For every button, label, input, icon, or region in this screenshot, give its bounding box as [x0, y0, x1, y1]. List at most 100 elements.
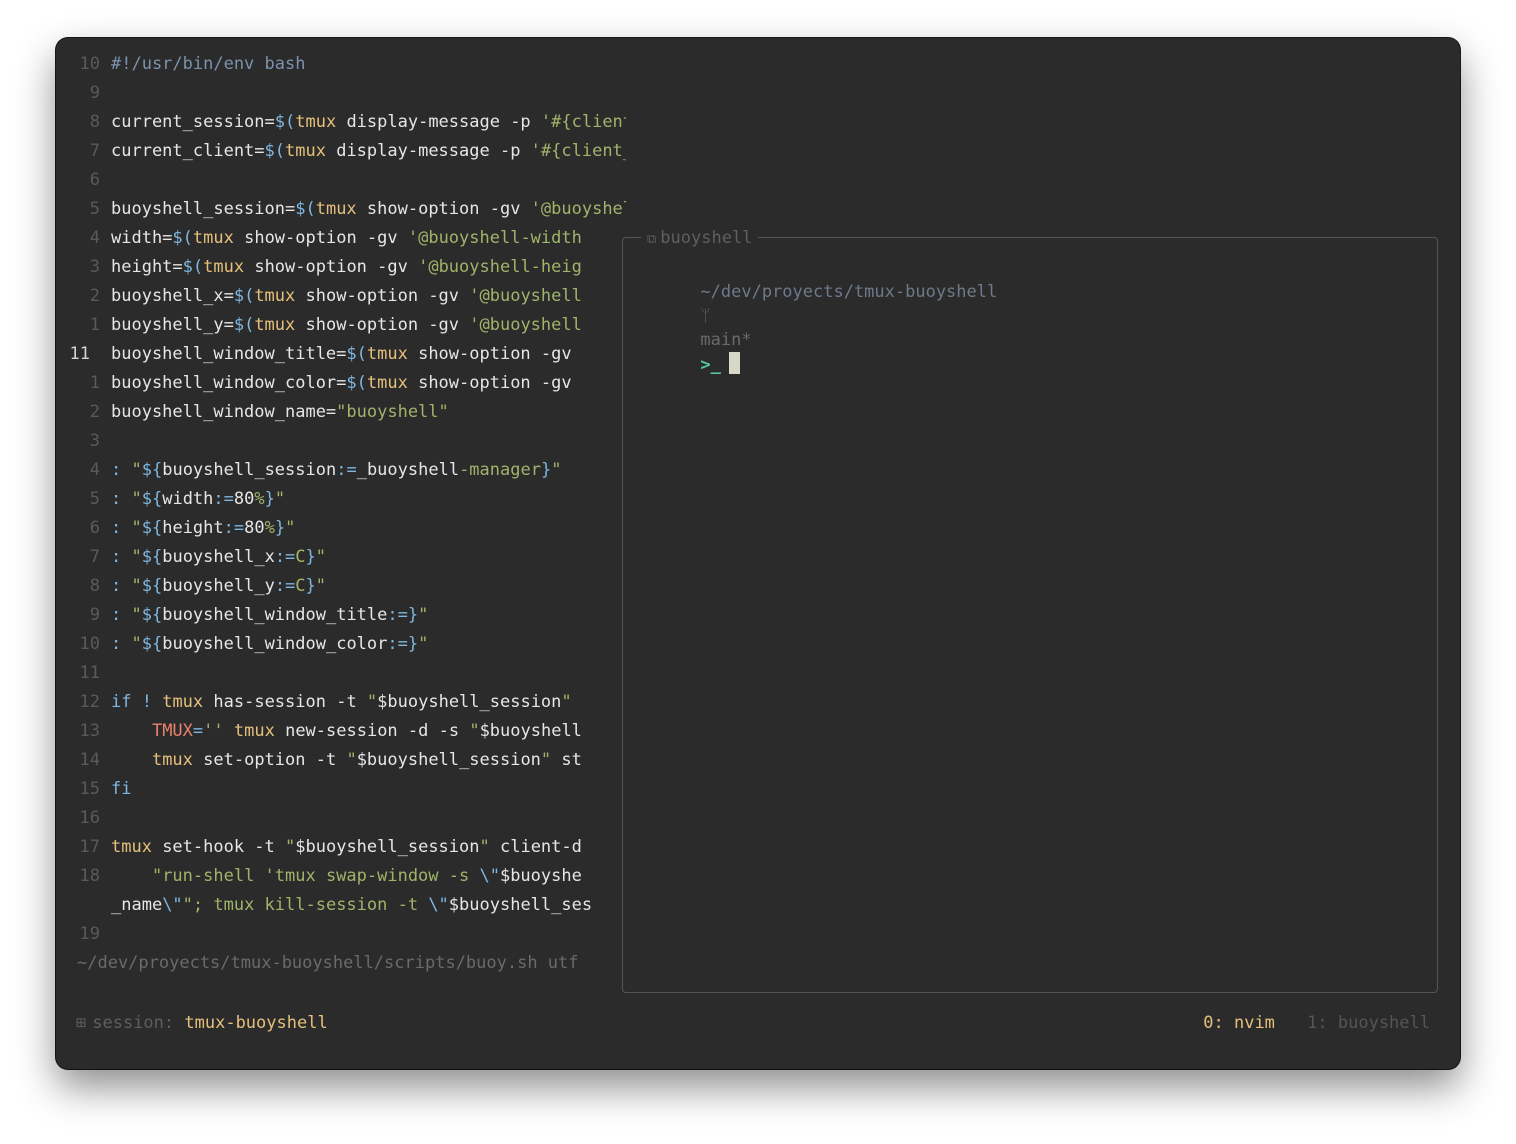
code-line[interactable]: 8 current_session=$(tmux display-message …: [56, 108, 626, 137]
code-token: }: [407, 634, 419, 654]
code-token: \": [162, 895, 183, 915]
code-token: !: [131, 692, 163, 712]
code-line[interactable]: 6: [56, 166, 626, 195]
code-token: buoyshell_x: [162, 547, 275, 567]
code-token: :: [111, 489, 132, 509]
code-line[interactable]: 13 TMUX='' tmux new-session -d -s "$buoy…: [56, 717, 626, 746]
code-line[interactable]: 11: [56, 659, 626, 688]
prompt-path: ~/dev/proyects/tmux-buoyshell: [700, 282, 998, 302]
code-token: tmux: [151, 750, 193, 770]
code-line[interactable]: 9: "${buoyshell_window_title:=}": [56, 601, 626, 630]
code-text: current_session=$(tmux display-message -…: [111, 108, 626, 137]
line-number: 7: [89, 547, 100, 567]
code-token: $buoyshell_ses: [448, 895, 593, 915]
code-token: '#{client_name}': [530, 141, 626, 161]
code-token: tmux: [162, 692, 204, 712]
code-token: ": [285, 518, 296, 538]
editor-pane[interactable]: 10 #!/usr/bin/env bash 9 8 current_session=$…: [56, 50, 626, 990]
shell-prompt[interactable]: ~/dev/proyects/tmux-buoyshell ᛘ main* >_: [639, 256, 997, 401]
code-text: "run-shell 'tmux swap-window -s \"$buoys…: [111, 862, 582, 891]
window-list: 0: nvim 1: buoyshell: [1203, 1010, 1430, 1036]
code-line[interactable]: 16: [56, 804, 626, 833]
code-line[interactable]: 17 tmux set-hook -t "$buoyshell_session" …: [56, 833, 626, 862]
code-token: display-message -p: [325, 141, 531, 161]
code-token: }: [305, 576, 316, 596]
code-token: fi: [111, 779, 132, 799]
code-text: : "${buoyshell_window_color:=}": [111, 630, 428, 659]
code-line[interactable]: 4 width=$(tmux show-option -gv '@buoyshel…: [56, 224, 626, 253]
code-token: \": [428, 895, 449, 915]
code-token: buoyshell_window_title=: [111, 344, 347, 364]
prompt-symbol: >_: [700, 355, 721, 375]
code-line[interactable]: 12 if ! tmux has-session -t "$buoyshell_s…: [56, 688, 626, 717]
code-line[interactable]: 10 #!/usr/bin/env bash: [56, 50, 626, 79]
line-number: 10: [79, 54, 100, 74]
code-token: show-option -gv: [233, 228, 408, 248]
code-text: : "${width:=80%}": [111, 485, 285, 514]
prompt-branch: main*: [700, 330, 752, 350]
code-line[interactable]: 1 buoyshell_y=$(tmux show-option -gv '@bu…: [56, 311, 626, 340]
code-token: :=: [387, 605, 408, 625]
line-number: 2: [89, 286, 100, 306]
line-number: 15: [79, 779, 100, 799]
code-line[interactable]: 9: [56, 79, 626, 108]
code-text: : "${buoyshell_x:=C}": [111, 543, 326, 572]
code-line[interactable]: 18 "run-shell 'tmux swap-window -s \"$bu…: [56, 862, 626, 891]
code-token: show-option -gv: [407, 373, 572, 393]
code-line[interactable]: 5 : "${width:=80%}": [56, 485, 626, 514]
code-token: :: [111, 518, 132, 538]
code-token: $(: [264, 141, 286, 161]
code-token: -manager: [459, 460, 541, 480]
code-line[interactable]: 6: "${height:=80%}": [56, 514, 626, 543]
line-number: 5: [89, 489, 100, 509]
code-line[interactable]: 5 buoyshell_session=$(tmux show-option -g…: [56, 195, 626, 224]
code-line[interactable]: 11 buoyshell_window_title=$(tmux show-opt…: [56, 340, 626, 369]
code-line[interactable]: 3: [56, 427, 626, 456]
code-line[interactable]: 8: "${buoyshell_y:=C}": [56, 572, 626, 601]
code-line[interactable]: _name\""; tmux kill-session -t \"$buoysh…: [56, 891, 626, 920]
popup-title: ⧉ buoyshell: [641, 227, 759, 251]
code-line[interactable]: 10: "${buoyshell_window_color:=}": [56, 630, 626, 659]
code-token: #!/usr/bin/env bash: [111, 54, 306, 74]
code-line[interactable]: 1 buoyshell_window_color=$(tmux show-opti…: [56, 369, 626, 398]
code-text: buoyshell_y=$(tmux show-option -gv '@buo…: [111, 311, 582, 340]
code-token: ${: [141, 605, 163, 625]
line-number: 8: [89, 112, 100, 132]
code-token: '#{client_session}': [540, 112, 626, 132]
code-token: 80: [244, 518, 265, 538]
window-tab-buoyshell[interactable]: 1: buoyshell: [1307, 1013, 1430, 1033]
code-line[interactable]: 19: [56, 920, 626, 949]
code-token: $buoyshell_session: [377, 692, 562, 712]
code-line[interactable]: 14 tmux set-option -t "$buoyshell_sessio…: [56, 746, 626, 775]
code-token: =: [192, 721, 204, 741]
code-line[interactable]: 3 height=$(tmux show-option -gv '@buoyshe…: [56, 253, 626, 282]
code-text: tmux set-hook -t "$buoyshell_session" cl…: [111, 833, 582, 862]
code-token: ": [315, 547, 327, 567]
session-name: tmux-buoyshell: [184, 1013, 328, 1033]
terminal-window: 10 #!/usr/bin/env bash 9 8 current_session=$…: [56, 38, 1460, 1069]
code-token: :=: [213, 489, 234, 509]
window-tab-nvim[interactable]: 0: nvim: [1203, 1013, 1275, 1033]
buoyshell-popup[interactable]: ⧉ buoyshell ~/dev/proyects/tmux-buoyshell…: [622, 227, 1438, 993]
code-line[interactable]: 4: "${buoyshell_session:=_buoyshell-mana…: [56, 456, 626, 485]
code-token: ": [131, 460, 142, 480]
line-number: 18: [79, 866, 100, 886]
code-line[interactable]: 2 buoyshell_window_name="buoyshell": [56, 398, 626, 427]
code-token: has-session -t: [203, 692, 367, 712]
code-token: :=: [387, 634, 408, 654]
code-line[interactable]: 2 buoyshell_x=$(tmux show-option -gv '@bu…: [56, 282, 626, 311]
code-line[interactable]: 15 fi: [56, 775, 626, 804]
code-line[interactable]: 7 current_client=$(tmux display-message -…: [56, 137, 626, 166]
editor-statusline: ~/dev/proyects/tmux-buoyshell/scripts/bu…: [56, 949, 626, 978]
code-text: current_client=$(tmux display-message -p…: [111, 137, 626, 166]
code-text: : "${buoyshell_session:=_buoyshell-manag…: [111, 456, 561, 485]
line-number: 11: [79, 663, 100, 683]
code-line[interactable]: 7 : "${buoyshell_x:=C}": [56, 543, 626, 572]
git-branch-icon: ᛘ: [700, 306, 711, 326]
code-token: ${: [141, 547, 163, 567]
code-token: $(: [274, 112, 296, 132]
session-label: session:: [92, 1013, 175, 1033]
code-token: ": [131, 547, 142, 567]
code-token: show-option -gv: [407, 344, 572, 364]
